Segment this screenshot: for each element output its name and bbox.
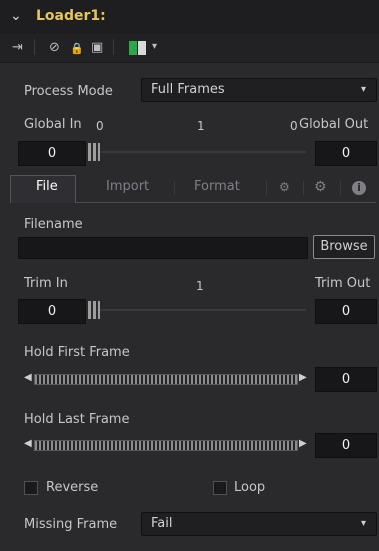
decrement-arrow-icon[interactable]: ◀ xyxy=(24,438,32,449)
toolbar-divider xyxy=(113,39,114,55)
chevron-down-icon: ▾ xyxy=(360,84,366,95)
node-title: Loader1: xyxy=(36,8,106,24)
missing-frames-value: Fail xyxy=(151,516,173,531)
tab-divider xyxy=(303,181,304,195)
info-icon[interactable]: i xyxy=(352,181,366,195)
tab-format[interactable]: Format xyxy=(194,179,240,194)
global-out-field[interactable]: 0 xyxy=(315,141,377,166)
dropdown-arrow-icon[interactable]: ▾ xyxy=(152,41,157,52)
tab-divider xyxy=(266,181,267,195)
filename-label: Filename xyxy=(24,217,83,232)
disable-icon[interactable]: ⊘ xyxy=(49,40,60,55)
chevron-down-icon: ▾ xyxy=(360,518,366,529)
lock-icon[interactable]: 🔒 xyxy=(70,42,84,55)
filename-input[interactable] xyxy=(18,237,308,259)
tab-file[interactable]: File xyxy=(36,179,58,194)
hold-first-field[interactable]: 0 xyxy=(315,367,377,392)
loop-checkbox[interactable] xyxy=(213,481,227,495)
missing-frames-label: Missing Frame xyxy=(24,517,118,532)
increment-arrow-icon[interactable]: ▶ xyxy=(299,372,307,383)
process-mode-value: Full Frames xyxy=(151,82,225,97)
increment-arrow-icon[interactable]: ▶ xyxy=(299,438,307,449)
trim-mid-text: 1 xyxy=(196,279,204,293)
reverse-checkbox[interactable] xyxy=(24,481,38,495)
hold-first-label: Hold First Frame xyxy=(24,345,130,360)
loader-panel: ⌄ Loader1: ⇥ ⊘ 🔒 ▣ ▾ Process Mode Full F… xyxy=(0,0,379,551)
tab-divider xyxy=(174,181,175,195)
global-in-field[interactable]: 0 xyxy=(18,141,86,166)
global-out-label: Global Out xyxy=(299,117,369,132)
global-range-handle[interactable] xyxy=(88,143,100,161)
process-mode-label: Process Mode xyxy=(24,84,113,99)
decrement-arrow-icon[interactable]: ◀ xyxy=(24,372,32,383)
trim-in-label: Trim In xyxy=(24,276,68,291)
collapse-chevron-icon[interactable]: ⌄ xyxy=(10,8,22,24)
global-in-label: Global In xyxy=(24,117,82,132)
global-mid-text: 1 xyxy=(197,119,205,133)
pin-icon[interactable]: ⇥ xyxy=(12,40,23,55)
trim-in-field[interactable]: 0 xyxy=(18,299,86,324)
trim-out-label: Trim Out xyxy=(315,276,371,291)
tab-import[interactable]: Import xyxy=(106,179,149,194)
toolbar-divider xyxy=(34,39,35,55)
hold-first-slider[interactable] xyxy=(34,374,298,385)
global-out-min-text: 0 xyxy=(290,119,298,133)
browse-button[interactable]: Browse xyxy=(313,235,375,259)
hold-last-slider[interactable] xyxy=(34,440,298,451)
tab-divider xyxy=(340,181,341,195)
hold-last-field[interactable]: 0 xyxy=(315,433,377,458)
trim-range-handle[interactable] xyxy=(88,301,100,319)
trim-range-track[interactable] xyxy=(92,309,306,311)
save-icon[interactable]: ▣ xyxy=(91,40,103,55)
global-range-track[interactable] xyxy=(92,151,306,153)
process-mode-dropdown[interactable]: Full Frames ▾ xyxy=(141,78,377,102)
settings-small-gear-icon[interactable]: ⚙ xyxy=(279,180,290,194)
gear-icon[interactable]: ⚙ xyxy=(314,179,327,195)
color-swatch[interactable] xyxy=(129,41,137,55)
reverse-label: Reverse xyxy=(46,480,99,495)
missing-frames-dropdown[interactable]: Fail ▾ xyxy=(141,512,377,536)
loop-label: Loop xyxy=(234,480,266,495)
global-in-min-text: 0 xyxy=(96,119,104,133)
hold-last-label: Hold Last Frame xyxy=(24,412,130,427)
trim-out-field[interactable]: 0 xyxy=(315,299,377,324)
color-swatch-light[interactable] xyxy=(138,41,146,55)
